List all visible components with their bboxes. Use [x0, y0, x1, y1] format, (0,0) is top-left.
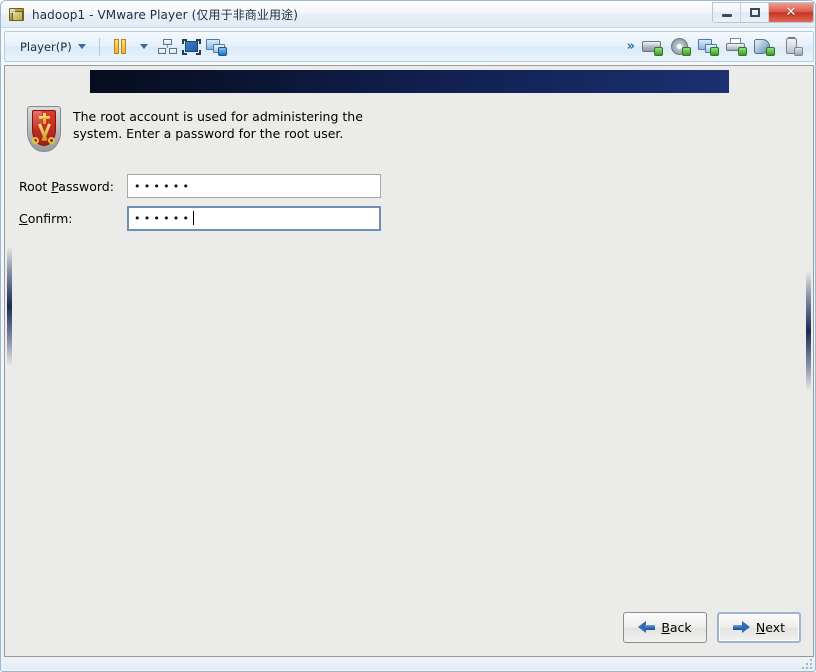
resize-grip[interactable] — [800, 657, 812, 669]
title-bar: hadoop1 - VMware Player (仅用于非商业用途) ✕ — [1, 1, 815, 28]
pause-vm-button[interactable] — [108, 35, 132, 58]
sound-card-icon — [754, 38, 775, 56]
window-title: hadoop1 - VMware Player (仅用于非商业用途) — [32, 7, 298, 22]
usb-device-icon — [782, 37, 803, 56]
usb-device-button[interactable] — [780, 35, 804, 58]
player-menu-button[interactable]: Player(P) — [16, 37, 91, 57]
left-edge-indicator — [7, 246, 12, 366]
root-password-form: Root Password: •••••• Confirm: •••••• — [19, 174, 381, 238]
close-icon: ✕ — [785, 5, 797, 20]
toolbar-left-group: Player(P) — [5, 35, 228, 58]
pause-vm-icon — [113, 39, 126, 54]
installer-banner — [90, 70, 729, 93]
vmware-player-icon — [8, 6, 26, 23]
network-adapter-icon — [698, 38, 719, 56]
root-password-row: Root Password: •••••• — [19, 174, 381, 198]
chevron-down-icon — [139, 44, 148, 49]
cd-dvd-icon — [670, 38, 691, 56]
confirm-password-label-suffix: onfirm: — [27, 210, 73, 226]
sound-card-button[interactable] — [752, 35, 776, 58]
fullscreen-icon — [182, 38, 202, 55]
back-button-suffix: ack — [669, 620, 692, 635]
window-controls: ✕ — [712, 2, 814, 23]
hard-disk-button[interactable] — [640, 35, 664, 58]
next-button-mnemonic: N — [755, 620, 766, 635]
vm-guest-screen[interactable]: The root account is used for administeri… — [4, 65, 814, 657]
printer-button[interactable] — [724, 35, 748, 58]
maximize-restore-button[interactable] — [741, 3, 769, 22]
minimize-button[interactable] — [713, 3, 741, 22]
confirm-password-label-mnemonic: C — [19, 210, 28, 226]
player-menu-label: Player(P) — [20, 39, 72, 54]
left-arrow-icon — [638, 621, 656, 634]
vm-info-button[interactable] — [204, 35, 228, 58]
restore-icon — [749, 8, 760, 17]
cd-dvd-button[interactable] — [668, 35, 692, 58]
pause-dropdown-button[interactable] — [132, 35, 156, 58]
right-edge-indicator — [806, 271, 811, 391]
toolbar-separator — [98, 37, 100, 56]
vmware-toolbar: Player(P) » — [4, 31, 814, 62]
vmware-player-window: hadoop1 - VMware Player (仅用于非商业用途) ✕ Pla… — [0, 0, 816, 672]
root-password-label-suffix: assword: — [58, 178, 114, 194]
root-password-label-prefix: Root — [19, 178, 52, 194]
back-button-mnemonic: B — [661, 620, 670, 635]
next-button-label: Next — [756, 620, 785, 635]
confirm-password-row: Confirm: •••••• — [19, 205, 381, 231]
toolbar-right-group: » — [627, 35, 813, 58]
status-bar — [4, 659, 814, 669]
confirm-password-label: Confirm: — [19, 211, 127, 226]
printer-icon — [726, 38, 747, 56]
network-adapter-button[interactable] — [696, 35, 720, 58]
toolbar-overflow-icon[interactable]: » — [627, 39, 636, 54]
vm-info-icon — [205, 38, 227, 56]
close-button[interactable]: ✕ — [769, 3, 813, 22]
root-password-intro: The root account is used for administeri… — [27, 106, 363, 152]
back-button-label: Back — [661, 620, 691, 635]
root-password-label: Root Password: — [19, 179, 127, 194]
root-password-shield-icon — [27, 106, 61, 152]
back-button[interactable]: Back — [623, 612, 707, 643]
next-button[interactable]: Next — [717, 612, 801, 643]
right-arrow-icon — [732, 621, 750, 634]
next-button-suffix: ext — [765, 620, 786, 635]
minimize-icon — [721, 13, 732, 17]
root-password-description: The root account is used for administeri… — [73, 109, 363, 141]
confirm-password-value: •••••• — [134, 211, 193, 225]
installer-nav-buttons: Back Next — [623, 612, 801, 643]
unity-mode-button[interactable] — [156, 35, 180, 58]
root-password-input[interactable]: •••••• — [127, 174, 381, 198]
unity-mode-icon — [158, 38, 178, 55]
root-password-value: •••••• — [134, 179, 193, 193]
hard-disk-icon — [642, 38, 663, 56]
confirm-password-input[interactable]: •••••• — [127, 205, 381, 231]
text-cursor — [193, 211, 195, 225]
chevron-down-icon — [77, 44, 86, 49]
fullscreen-button[interactable] — [180, 35, 204, 58]
